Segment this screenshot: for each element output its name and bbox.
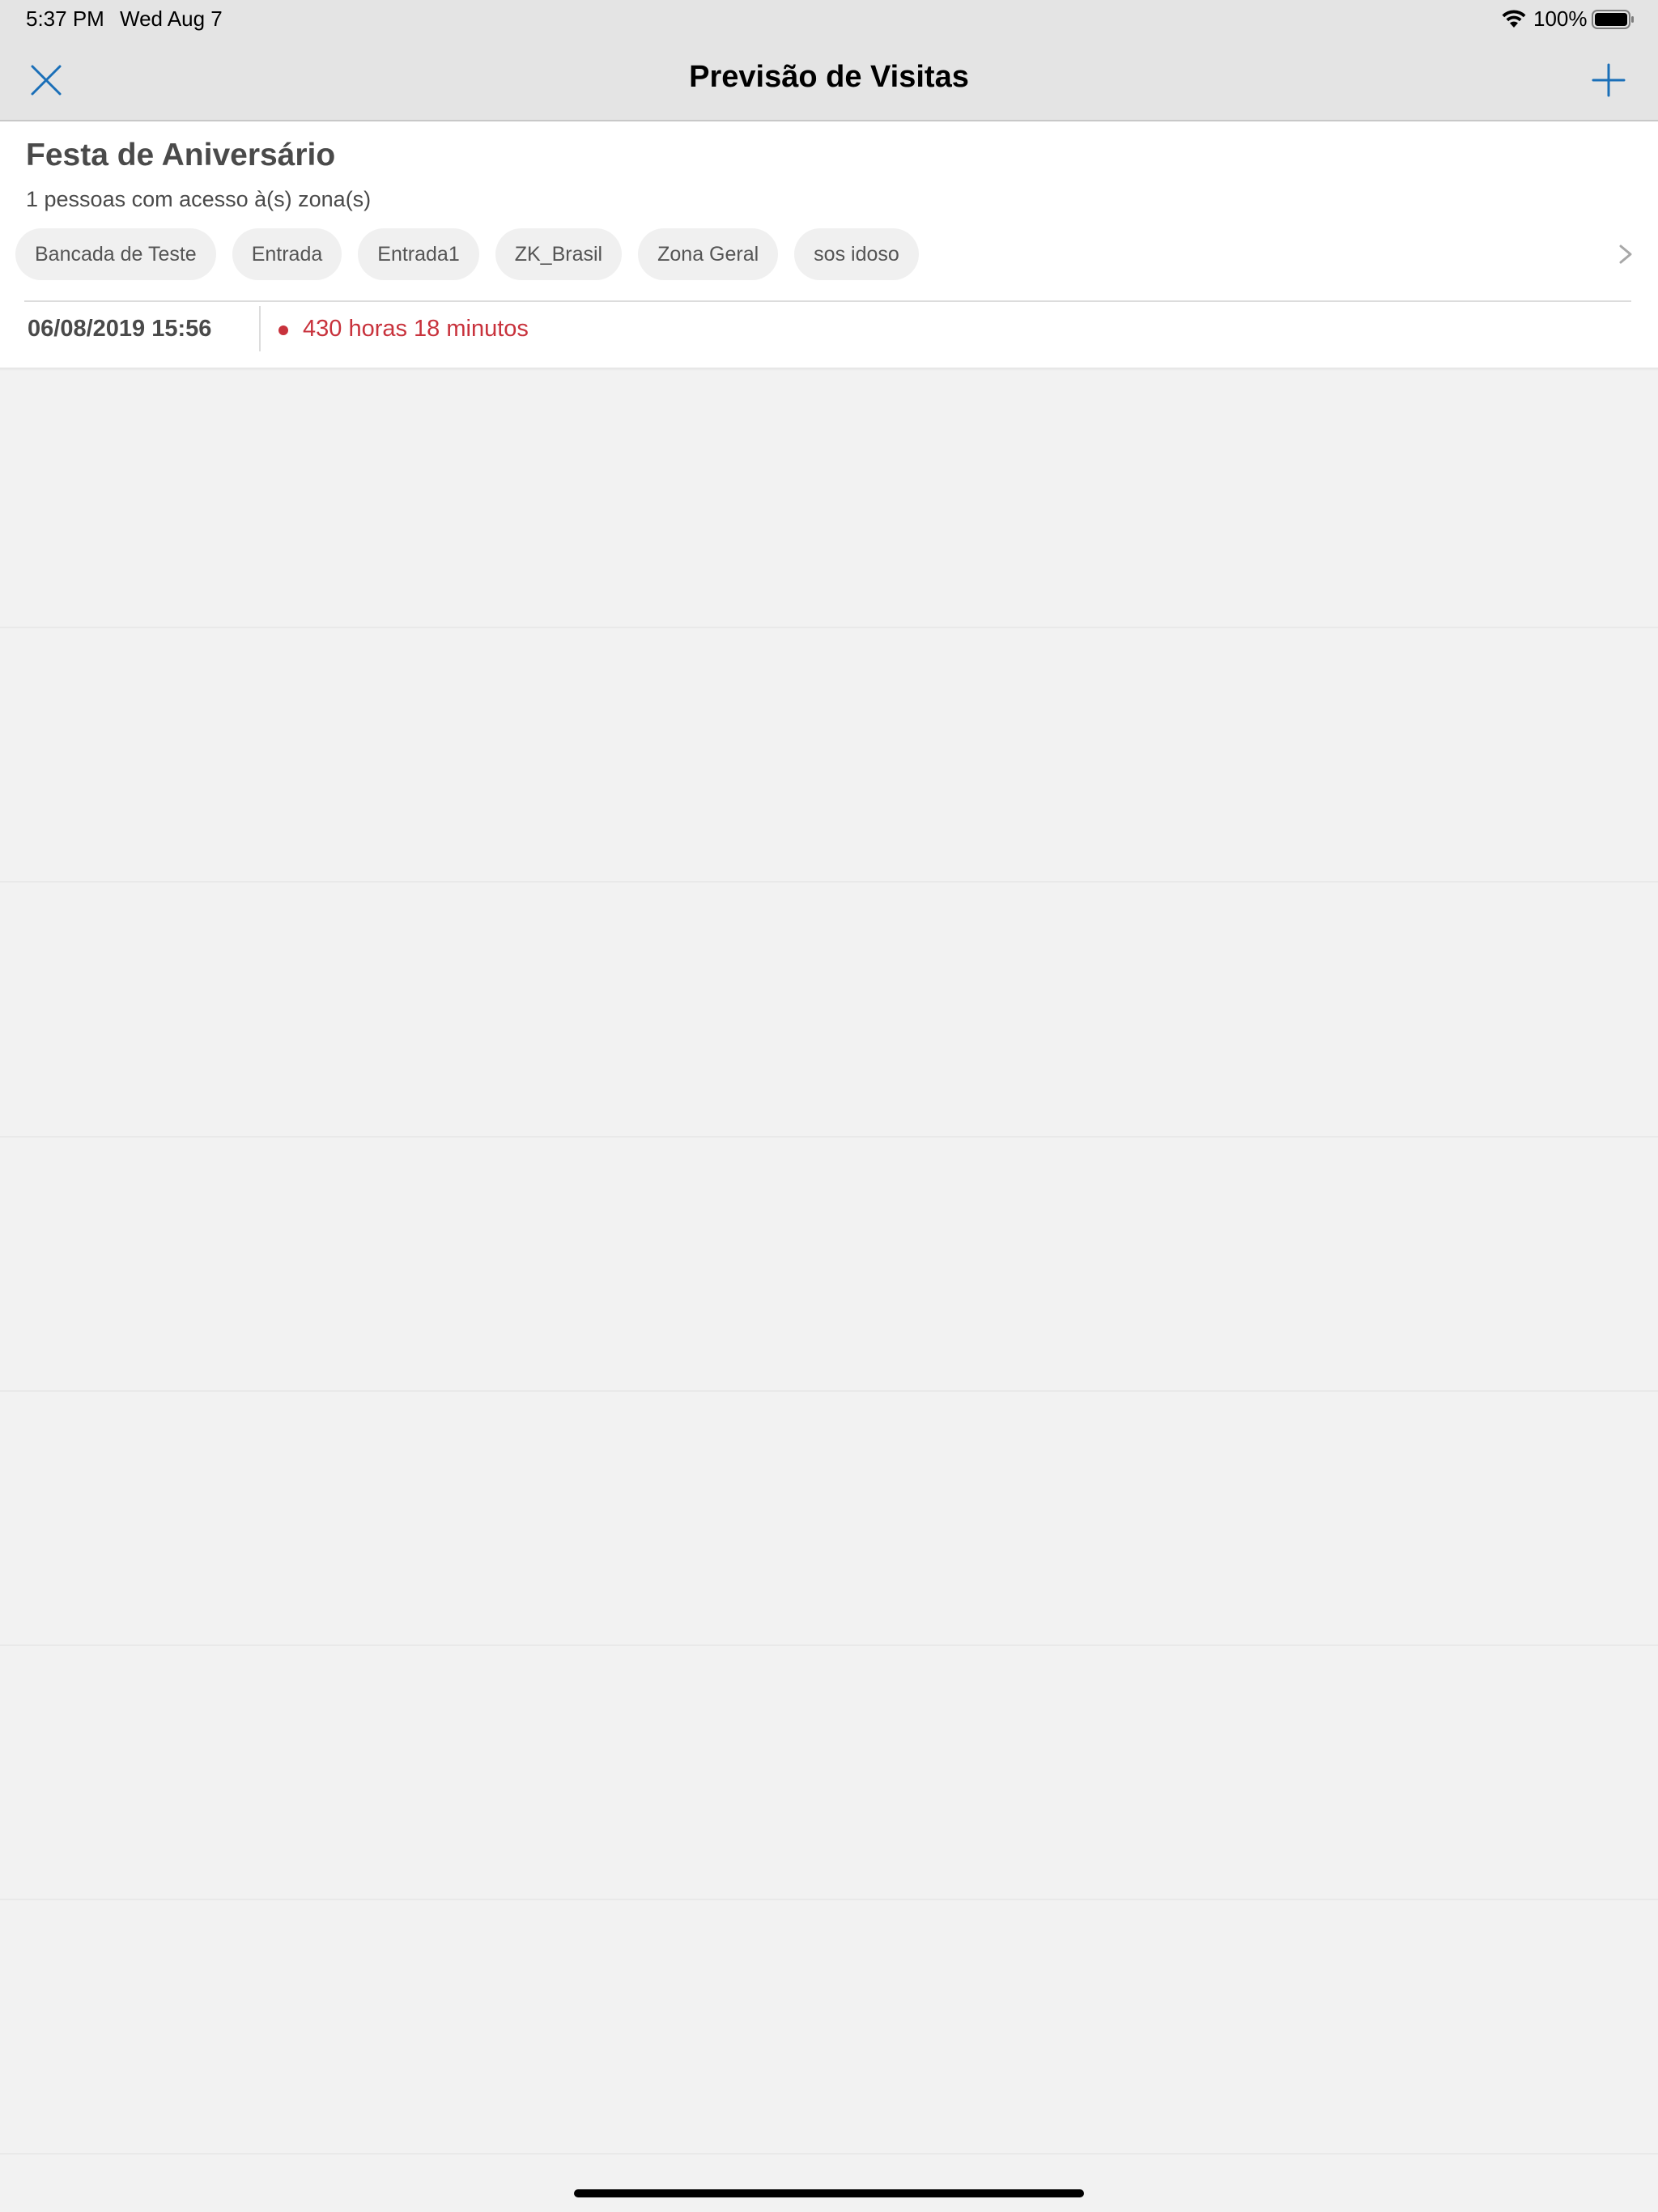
battery-percent: 100% bbox=[1533, 6, 1588, 31]
card-shadow bbox=[0, 368, 1658, 371]
visit-card[interactable]: Festa de Aniversário 1 pessoas com acess… bbox=[0, 121, 1658, 368]
status-dot bbox=[278, 325, 288, 335]
visit-title: Festa de Aniversário bbox=[26, 138, 336, 172]
status-date: Wed Aug 7 bbox=[120, 6, 223, 31]
zone-chip[interactable]: Bancada de Teste bbox=[15, 228, 216, 280]
datetime-separator bbox=[259, 306, 261, 351]
visit-duration: 430 horas 18 minutos bbox=[303, 316, 529, 342]
zone-chip[interactable]: Entrada bbox=[232, 228, 342, 280]
visit-access-summary: 1 pessoas com acesso à(s) zona(s) bbox=[26, 187, 372, 211]
list-separator bbox=[0, 1136, 1658, 1138]
wifi-icon bbox=[1502, 10, 1526, 28]
zone-chip-list: Bancada de Teste Entrada Entrada1 ZK_Bra… bbox=[15, 228, 935, 280]
zone-chip[interactable]: ZK_Brasil bbox=[495, 228, 623, 280]
page-title: Previsão de Visitas bbox=[689, 60, 969, 94]
visit-datetime: 06/08/2019 15:56 bbox=[28, 316, 212, 342]
zone-chip[interactable]: Zona Geral bbox=[638, 228, 779, 280]
list-separator bbox=[0, 881, 1658, 883]
list-separator bbox=[0, 1390, 1658, 1392]
chevron-right-icon[interactable] bbox=[1616, 235, 1637, 274]
list-separator bbox=[0, 1899, 1658, 1900]
battery-icon bbox=[1592, 10, 1634, 29]
plus-icon[interactable] bbox=[1587, 58, 1630, 102]
list-separator bbox=[0, 1644, 1658, 1646]
list-separator bbox=[0, 2153, 1658, 2155]
card-divider bbox=[24, 300, 1631, 302]
home-indicator[interactable] bbox=[574, 2189, 1084, 2197]
list-separator bbox=[0, 627, 1658, 628]
zone-chip[interactable]: Entrada1 bbox=[358, 228, 479, 280]
zone-chip[interactable]: sos idoso bbox=[794, 228, 919, 280]
navigation-bar: Previsão de Visitas bbox=[0, 39, 1658, 121]
status-time: 5:37 PM bbox=[26, 6, 104, 31]
status-bar: 5:37 PM Wed Aug 7 100% bbox=[0, 0, 1658, 39]
